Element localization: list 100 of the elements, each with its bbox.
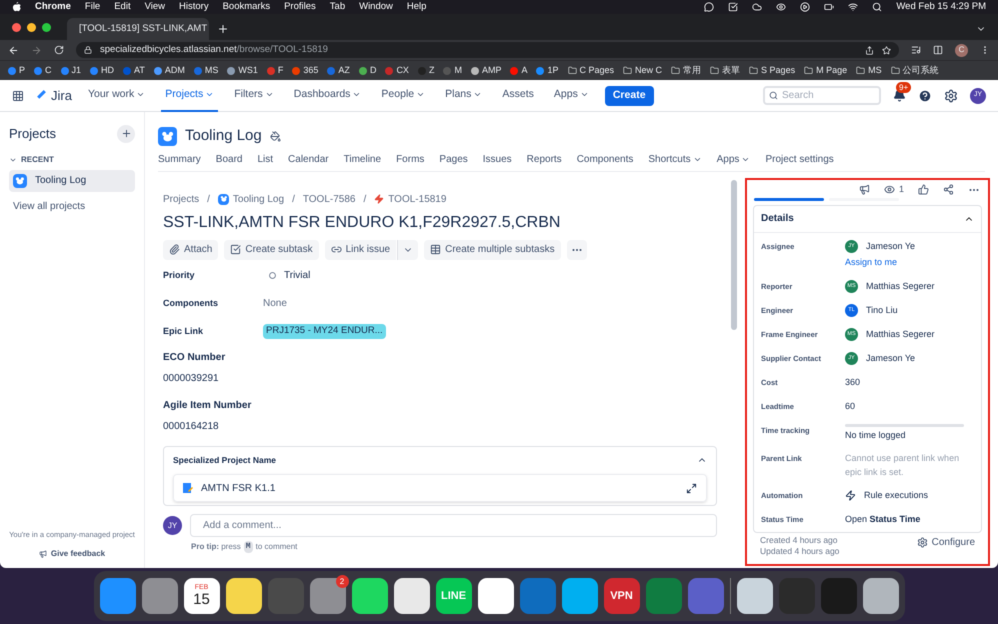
- bookmark[interactable]: M: [443, 64, 462, 78]
- project-tab[interactable]: Shortcuts: [648, 152, 702, 166]
- bookmark[interactable]: 365: [292, 64, 318, 78]
- nav-item[interactable]: Dashboards: [290, 80, 366, 112]
- nav-item[interactable]: People: [377, 80, 430, 112]
- epic-link-tag[interactable]: PRJ1735 - MY24 ENDUR...: [263, 324, 386, 339]
- bookmark[interactable]: S Pages: [749, 64, 796, 78]
- bookmark[interactable]: MS: [856, 64, 882, 78]
- bookmark[interactable]: MS: [194, 64, 218, 78]
- jira-logo[interactable]: Jira: [36, 86, 72, 106]
- share-icon[interactable]: [943, 184, 954, 195]
- app-icon[interactable]: [352, 578, 388, 614]
- bookmark[interactable]: HD: [90, 64, 114, 78]
- project-tab[interactable]: Project settings: [765, 152, 834, 166]
- project-tab[interactable]: Board: [216, 152, 242, 166]
- menu-item[interactable]: Profiles: [284, 0, 316, 14]
- menu-item[interactable]: View: [144, 0, 166, 14]
- breadcrumb-link[interactable]: Tooling Log: [218, 192, 284, 206]
- browser-tab[interactable]: [TOOL-15819] SST-LINK,AMT: [67, 18, 209, 40]
- bookmark[interactable]: CX: [385, 64, 409, 78]
- breadcrumb-link[interactable]: TOOL-7586: [302, 192, 356, 206]
- app-icon[interactable]: 2: [310, 578, 346, 614]
- nav-item[interactable]: Your work: [84, 80, 150, 112]
- chat-icon[interactable]: [704, 2, 714, 12]
- expand-icon[interactable]: [686, 482, 697, 494]
- project-tab[interactable]: Components: [576, 152, 634, 166]
- search-input[interactable]: Search: [782, 88, 872, 103]
- menu-item[interactable]: Bookmarks: [222, 0, 270, 14]
- bookmark[interactable]: C Pages: [568, 64, 614, 78]
- project-tab[interactable]: Summary: [158, 152, 201, 166]
- menu-item[interactable]: Help: [406, 0, 426, 14]
- cloud-icon[interactable]: [752, 2, 762, 12]
- add-project-button[interactable]: [117, 124, 135, 143]
- panel-tab[interactable]: [754, 198, 824, 200]
- settings-icon[interactable]: [944, 88, 958, 102]
- nav-item[interactable]: Apps: [550, 80, 593, 112]
- paint-bucket-icon[interactable]: [270, 130, 281, 142]
- app-icon[interactable]: [394, 578, 430, 614]
- linked-item[interactable]: AMTN FSR K1.1: [173, 474, 707, 502]
- action-button[interactable]: Link issue: [324, 240, 396, 260]
- bookmark[interactable]: D: [358, 64, 376, 78]
- back-icon[interactable]: [8, 44, 19, 56]
- address-bar[interactable]: specializedbicycles.atlassian.net/browse/TOOL-15819: [76, 42, 899, 58]
- menu-item[interactable]: Tab: [330, 0, 346, 14]
- bookmark[interactable]: J1: [60, 64, 82, 78]
- project-tab[interactable]: List: [257, 152, 274, 166]
- reload-icon[interactable]: [54, 45, 64, 55]
- eye-icon[interactable]: [776, 2, 786, 12]
- battery-icon[interactable]: [824, 2, 834, 12]
- bookmark[interactable]: M Page: [804, 64, 848, 78]
- bookmark[interactable]: 常用: [671, 64, 702, 78]
- app-switcher-icon[interactable]: [12, 90, 24, 102]
- reading-list-icon[interactable]: [911, 45, 921, 55]
- breadcrumb-link[interactable]: Projects: [163, 192, 200, 206]
- app-icon[interactable]: [736, 578, 772, 614]
- app-icon[interactable]: [862, 578, 898, 614]
- bookmark[interactable]: ADM: [154, 64, 185, 78]
- bookmark[interactable]: 1P: [536, 64, 558, 78]
- megaphone-icon[interactable]: [858, 184, 870, 195]
- forward-icon[interactable]: [31, 44, 42, 56]
- menu-item[interactable]: Edit: [114, 0, 131, 14]
- bookmark-star-icon[interactable]: [882, 46, 891, 54]
- action-button[interactable]: Attach: [163, 240, 218, 260]
- play-icon[interactable]: [800, 2, 810, 12]
- nav-item[interactable]: Projects: [161, 80, 218, 112]
- bookmark[interactable]: WS1: [227, 64, 258, 78]
- search-field[interactable]: Search: [763, 86, 881, 105]
- wifi-icon[interactable]: [848, 2, 858, 12]
- app-icon[interactable]: [562, 578, 598, 614]
- sidebar-item[interactable]: Tooling Log: [9, 170, 135, 192]
- app-icon[interactable]: [478, 578, 514, 614]
- bookmark[interactable]: F: [266, 64, 284, 78]
- bookmark[interactable]: Z: [418, 64, 434, 78]
- breadcrumb-link[interactable]: TOOL-15819: [374, 192, 446, 206]
- bookmark[interactable]: New C: [623, 64, 662, 78]
- help-icon[interactable]: [918, 88, 932, 102]
- app-icon[interactable]: VPN: [604, 578, 640, 614]
- bookmark[interactable]: AZ: [327, 64, 350, 78]
- action-button[interactable]: Create subtask: [224, 240, 319, 260]
- check-icon[interactable]: [728, 2, 738, 12]
- project-tab[interactable]: Reports: [526, 152, 562, 166]
- bookmark[interactable]: C: [34, 64, 52, 78]
- project-tab[interactable]: Calendar: [288, 152, 329, 166]
- new-tab-icon[interactable]: [217, 23, 229, 35]
- search-icon[interactable]: [872, 2, 882, 12]
- thumbs-up-icon[interactable]: [918, 184, 929, 195]
- bookmark[interactable]: AT: [123, 64, 145, 78]
- watch-button[interactable]: 1: [884, 182, 904, 196]
- menu-item[interactable]: History: [179, 0, 209, 14]
- app-icon[interactable]: [226, 578, 262, 614]
- project-tab[interactable]: Forms: [396, 152, 424, 166]
- side-panel-icon[interactable]: [933, 45, 943, 55]
- more-actions-button[interactable]: [566, 240, 587, 260]
- give-feedback-link[interactable]: Give feedback: [9, 548, 135, 560]
- project-tab[interactable]: Pages: [439, 152, 468, 166]
- view-all-projects-link[interactable]: View all projects: [9, 198, 135, 214]
- configure-link[interactable]: Configure: [916, 535, 975, 550]
- bookmark[interactable]: A: [510, 64, 528, 78]
- nav-item[interactable]: Plans: [441, 80, 486, 112]
- menu-item[interactable]: File: [84, 0, 100, 14]
